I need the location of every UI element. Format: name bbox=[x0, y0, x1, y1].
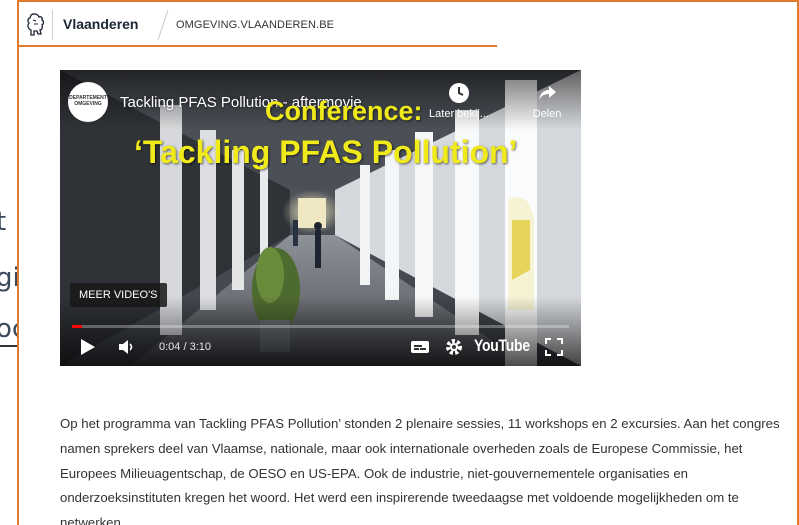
volume-icon bbox=[119, 340, 133, 354]
video-time-display: 0:04 / 3:10 bbox=[159, 341, 211, 353]
fullscreen-icon bbox=[545, 338, 563, 356]
youtube-logo-link[interactable]: YouTube bbox=[474, 336, 530, 356]
fullscreen-button[interactable] bbox=[545, 336, 563, 358]
share-label: Delen bbox=[532, 108, 562, 120]
header-slash-divider bbox=[157, 9, 169, 41]
clock-icon bbox=[449, 83, 469, 103]
article-paragraph: Op het programma van Tackling PFAS Pollu… bbox=[60, 416, 780, 525]
share-button[interactable]: Delen bbox=[512, 82, 581, 120]
site-domain-link[interactable]: OMGEVING.VLAANDEREN.BE bbox=[176, 19, 334, 31]
play-icon bbox=[81, 339, 95, 355]
article-overlay: Vlaanderen OMGEVING.VLAANDEREN.BE DEPART… bbox=[17, 0, 799, 525]
flemish-lion-logo-icon[interactable] bbox=[25, 12, 47, 38]
volume-button[interactable] bbox=[118, 336, 136, 358]
watch-later-button[interactable]: Later bekij... bbox=[424, 82, 494, 120]
more-videos-button[interactable]: MEER VIDEO'S bbox=[70, 283, 167, 307]
video-overlay-heading: Conference: bbox=[265, 96, 423, 126]
gear-icon bbox=[446, 339, 462, 355]
subtitles-icon bbox=[411, 341, 429, 353]
share-arrow-icon bbox=[539, 86, 556, 100]
video-player[interactable]: DEPARTEMENT OMGEVING Tackling PFAS Pollu… bbox=[60, 70, 581, 366]
video-progress-bar[interactable] bbox=[72, 325, 569, 328]
settings-button[interactable] bbox=[445, 336, 463, 358]
header-divider bbox=[52, 10, 53, 40]
brand-name[interactable]: Vlaanderen bbox=[63, 16, 138, 32]
channel-avatar[interactable]: DEPARTEMENT OMGEVING bbox=[68, 82, 108, 122]
site-header: Vlaanderen OMGEVING.VLAANDEREN.BE bbox=[19, 2, 497, 47]
watch-later-label: Later bekij... bbox=[429, 108, 489, 120]
background-text-fragment: t bbox=[0, 207, 7, 237]
subtitles-button[interactable] bbox=[410, 336, 430, 358]
play-button[interactable] bbox=[80, 336, 96, 358]
video-progress-fill bbox=[72, 325, 83, 328]
video-overlay-subheading: ‘Tackling PFAS Pollution’ bbox=[134, 134, 518, 170]
